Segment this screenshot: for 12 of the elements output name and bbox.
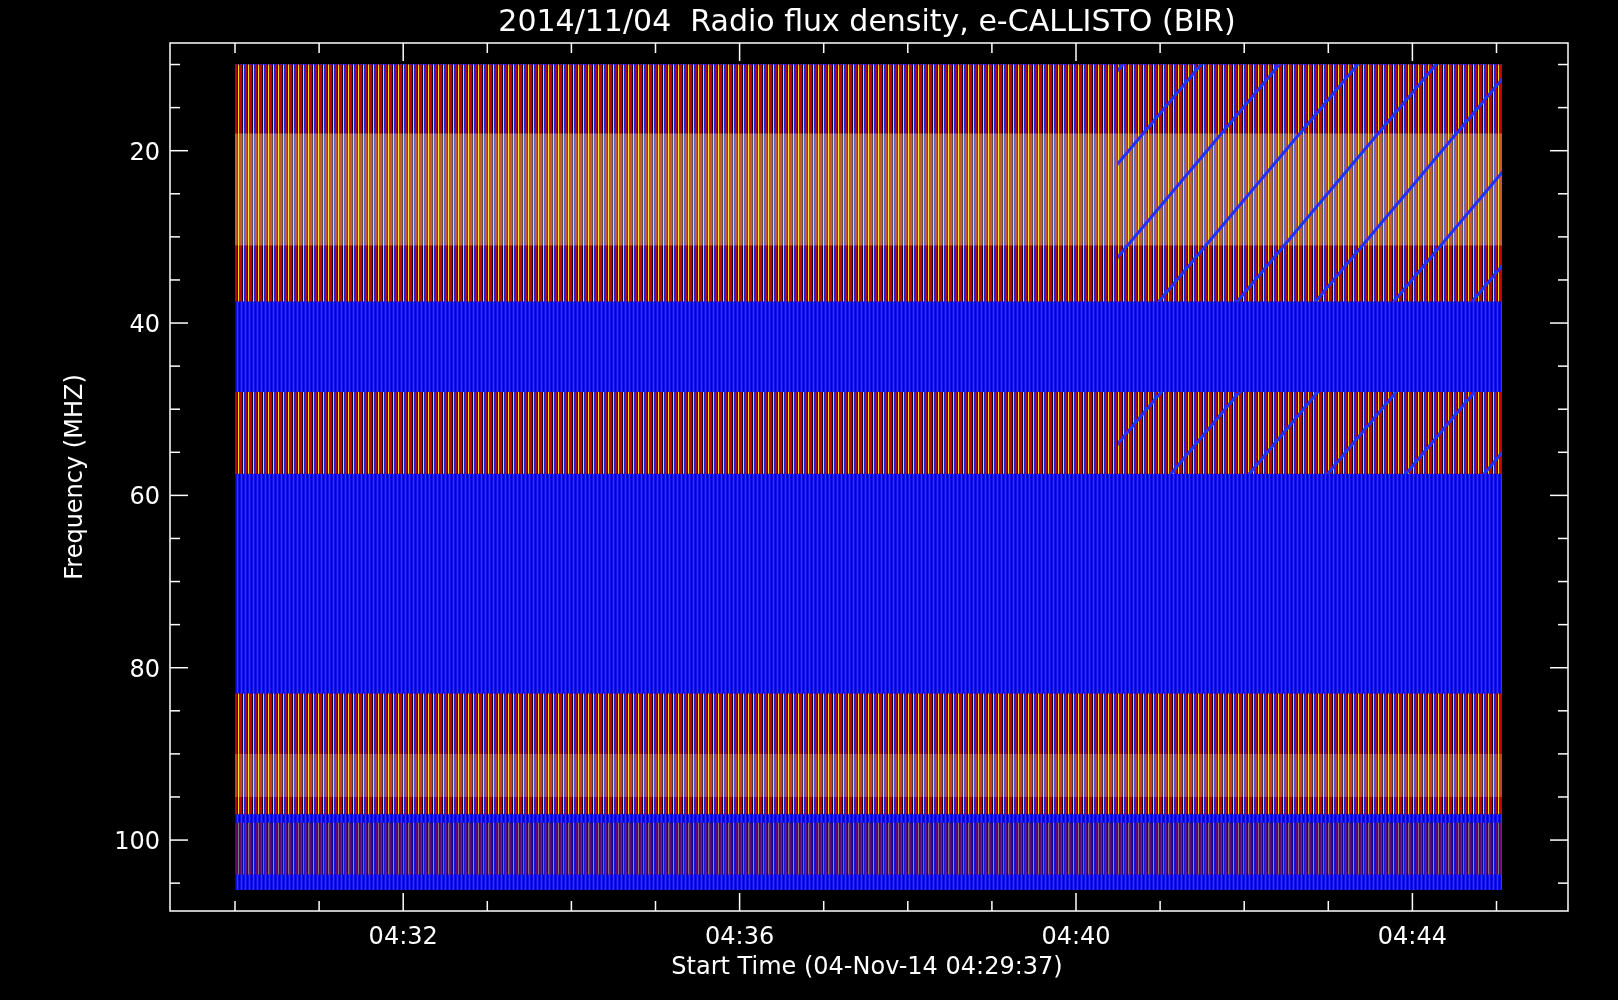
y-tick-label: 100 bbox=[114, 827, 160, 856]
y-axis-label: Frequency (MHZ) bbox=[60, 374, 88, 580]
y-tick-label: 80 bbox=[129, 654, 160, 683]
y-tick-label: 60 bbox=[129, 482, 160, 511]
x-tick-label: 04:32 bbox=[368, 922, 438, 950]
x-tick-label: 04:44 bbox=[1377, 922, 1447, 950]
x-tick-label: 04:40 bbox=[1041, 922, 1111, 950]
chart-title: 2014/11/04 Radio flux density, e-CALLISTO (BIR) bbox=[498, 3, 1236, 38]
x-axis-label: Start Time (04-Nov-14 04:29:37) bbox=[671, 952, 1063, 980]
y-tick-label: 40 bbox=[129, 310, 160, 339]
x-tick-label: 04:36 bbox=[705, 922, 775, 950]
y-tick-label: 20 bbox=[129, 137, 160, 166]
